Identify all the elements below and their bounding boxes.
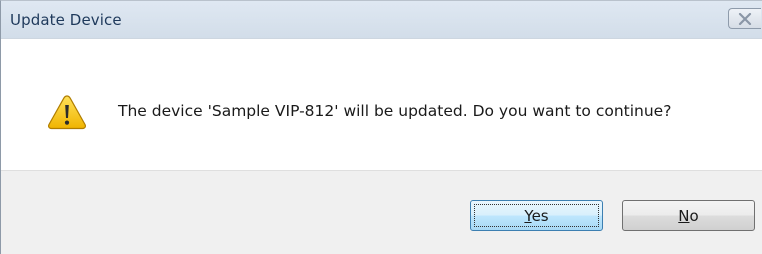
dialog-content: The device 'Sample VIP-812' will be upda…: [1, 39, 762, 170]
no-button[interactable]: No: [622, 200, 755, 231]
focus-ring: [474, 204, 599, 227]
no-label-rest: o: [689, 206, 699, 225]
window-title: Update Device: [10, 11, 122, 29]
button-bar: Yes No: [1, 170, 762, 254]
no-accelerator: N: [678, 206, 690, 225]
update-device-dialog: Update Device The device 'Sample VIP-812…: [0, 0, 762, 254]
close-x-icon: [738, 12, 752, 25]
close-button[interactable]: [728, 8, 761, 29]
yes-button[interactable]: Yes: [470, 200, 603, 231]
warning-icon: [48, 95, 86, 130]
title-bar[interactable]: Update Device: [1, 1, 762, 39]
no-button-label: No: [678, 207, 698, 225]
confirmation-message: The device 'Sample VIP-812' will be upda…: [118, 102, 672, 120]
